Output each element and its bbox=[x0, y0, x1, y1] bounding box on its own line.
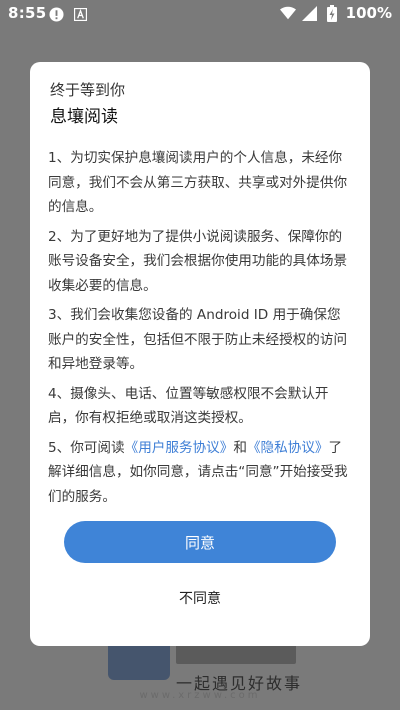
policy-item-3: 3、我们会收集您设备的 Android ID 用于确保您账户的安全性，包括但不限… bbox=[48, 307, 348, 372]
alert-icon bbox=[48, 6, 64, 22]
status-notification-icons bbox=[48, 6, 88, 22]
status-system-icons: 100% bbox=[279, 4, 392, 22]
status-bar: 8:55 100% bbox=[0, 0, 400, 28]
user-agreement-link[interactable]: 《用户服务协议》 bbox=[125, 440, 234, 456]
app-logo bbox=[108, 640, 170, 680]
policy-item-5: 5、你可阅读《用户服务协议》和《隐私协议》了解详细信息，如你同意，请点击“同意”… bbox=[48, 436, 352, 510]
agree-button[interactable]: 同意 bbox=[64, 521, 336, 563]
item5-and: 和 bbox=[233, 439, 247, 456]
font-a-icon bbox=[72, 6, 88, 22]
signal-icon bbox=[302, 5, 318, 21]
splash-footer: 一起遇见好故事 www.xrzww.com bbox=[0, 640, 400, 710]
battery-percent: 100% bbox=[345, 4, 392, 22]
wifi-icon bbox=[279, 5, 296, 21]
dialog-title: 息壤阅读 bbox=[50, 107, 118, 127]
status-time: 8:55 bbox=[8, 4, 47, 22]
privacy-dialog: 终于等到你 息壤阅读 1、为切实保护息壤阅读用户的个人信息，未经你同意，我们不会… bbox=[30, 62, 370, 646]
item5-prefix: 5、你可阅读 bbox=[48, 439, 125, 456]
disagree-button[interactable]: 不同意 bbox=[64, 580, 336, 616]
dialog-subtitle: 终于等到你 bbox=[50, 81, 126, 99]
policy-item-2: 2、为了更好地为了提供小说阅读服务、保障你的账号设备安全，我们会根据你使用功能的… bbox=[48, 228, 348, 294]
dialog-body: 1、为切实保护息壤阅读用户的个人信息，未经你同意，我们不会从第三方获取、共享或对… bbox=[48, 146, 352, 509]
battery-icon bbox=[324, 4, 340, 22]
splash-url: www.xrzww.com bbox=[139, 690, 261, 701]
privacy-policy-link[interactable]: 《隐私协议》 bbox=[247, 440, 329, 456]
policy-item-4: 4、摄像头、电话、位置等敏感权限不会默认开启，你有权拒绝或取消这类授权。 bbox=[48, 385, 329, 427]
policy-item-1: 1、为切实保护息壤阅读用户的个人信息，未经你同意，我们不会从第三方获取、共享或对… bbox=[48, 150, 348, 215]
